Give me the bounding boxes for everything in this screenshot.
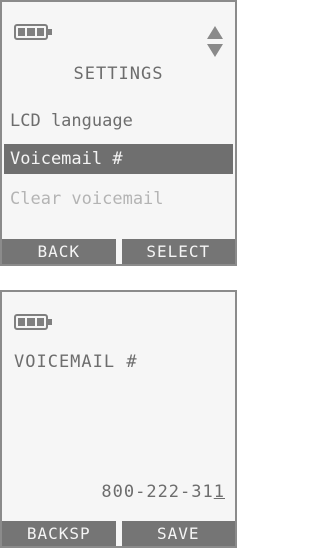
voicemail-title: VOICEMAIL # [14, 352, 138, 372]
save-softkey[interactable]: SAVE [121, 521, 235, 546]
battery-bar [18, 318, 26, 326]
select-softkey[interactable]: SELECT [121, 239, 235, 264]
menu-item-voicemail-number[interactable]: Voicemail # [4, 144, 233, 174]
battery-icon [14, 24, 52, 40]
menu-item-clear-voicemail[interactable]: Clear voicemail [4, 184, 233, 214]
up-arrow-icon[interactable] [207, 26, 223, 39]
battery-bar [18, 28, 26, 36]
voicemail-number-text: 800-222-31 [101, 482, 214, 502]
down-arrow-icon[interactable] [207, 44, 223, 57]
softkey-bar: BACKSP SAVE [2, 521, 235, 546]
battery-bar [36, 318, 44, 326]
menu-item-lcd-language[interactable]: LCD language [4, 106, 233, 136]
voicemail-number-field[interactable]: 800-222-311 [101, 482, 225, 502]
battery-bar [36, 28, 44, 36]
battery-bar [27, 318, 35, 326]
battery-icon [14, 314, 52, 330]
voicemail-number-screen: VOICEMAIL # 800-222-311 BACKSP SAVE [0, 290, 237, 548]
text-cursor: 1 [213, 482, 225, 502]
softkey-bar: BACK SELECT [2, 239, 235, 264]
up-down-arrow-icon[interactable] [205, 26, 225, 60]
settings-title: SETTINGS [73, 64, 164, 84]
back-softkey[interactable]: BACK [2, 239, 116, 264]
backspace-softkey[interactable]: BACKSP [2, 521, 116, 546]
settings-screen: SETTINGS LCD language Voicemail # Clear … [0, 0, 237, 266]
battery-bar [27, 28, 35, 36]
